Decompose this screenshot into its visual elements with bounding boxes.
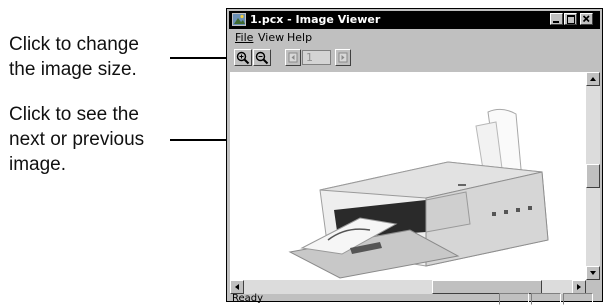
menu-file[interactable]: File bbox=[235, 31, 253, 44]
vertical-scrollbar[interactable] bbox=[586, 72, 600, 280]
scroll-down-button[interactable] bbox=[586, 266, 600, 280]
close-icon bbox=[582, 15, 590, 23]
minimize-button[interactable] bbox=[550, 13, 563, 25]
image-viewer-app-icon bbox=[232, 13, 246, 26]
zoom-in-button[interactable] bbox=[234, 49, 252, 66]
vertical-scroll-thumb[interactable] bbox=[586, 164, 600, 188]
menu-help[interactable]: Help bbox=[287, 31, 312, 44]
zoom-callout: Click to change the image size. bbox=[9, 32, 139, 82]
menu-bar: File View Help bbox=[229, 30, 600, 46]
status-panel-2 bbox=[531, 293, 561, 305]
horizontal-scroll-thumb[interactable] bbox=[432, 280, 542, 294]
horizontal-scrollbar[interactable] bbox=[230, 280, 586, 294]
nav-callout-line-1: Click to see the bbox=[9, 104, 139, 125]
previous-page-icon bbox=[288, 52, 298, 63]
nav-callout-line-2: next or previous bbox=[9, 129, 145, 150]
scroll-corner bbox=[586, 280, 600, 294]
nav-callout-line-3: image. bbox=[9, 154, 67, 175]
status-bar: Ready bbox=[229, 293, 600, 305]
status-panel-3 bbox=[563, 293, 593, 305]
status-panel-1 bbox=[499, 293, 529, 305]
minimize-icon bbox=[553, 21, 559, 23]
zoom-callout-line-2: the image size. bbox=[9, 59, 137, 80]
zoom-in-icon bbox=[236, 51, 250, 65]
zoom-callout-line-1: Click to change bbox=[9, 34, 139, 55]
printer-image bbox=[288, 108, 549, 279]
scroll-left-button[interactable] bbox=[230, 280, 244, 294]
scroll-right-button[interactable] bbox=[572, 280, 586, 294]
window-title: 1.pcx - Image Viewer bbox=[250, 13, 381, 26]
previous-page-button[interactable] bbox=[285, 49, 301, 66]
up-arrow-icon bbox=[590, 77, 596, 81]
image-viewer-window: 1.pcx - Image Viewer File View Help 1 Re… bbox=[226, 8, 603, 305]
zoom-out-button[interactable] bbox=[253, 49, 271, 66]
right-arrow-icon bbox=[577, 284, 581, 290]
close-button[interactable] bbox=[580, 13, 593, 25]
next-page-button[interactable] bbox=[335, 49, 351, 66]
maximize-button[interactable] bbox=[564, 13, 577, 25]
next-page-icon bbox=[338, 52, 348, 63]
title-bar[interactable]: 1.pcx - Image Viewer bbox=[229, 11, 600, 29]
scroll-up-button[interactable] bbox=[586, 72, 600, 86]
image-viewport[interactable] bbox=[230, 72, 586, 280]
status-text: Ready bbox=[232, 293, 264, 304]
menu-view[interactable]: View bbox=[258, 31, 284, 44]
nav-callout: Click to see the next or previous image. bbox=[9, 102, 144, 177]
page-number-field[interactable]: 1 bbox=[302, 50, 331, 65]
zoom-out-icon bbox=[255, 51, 269, 65]
maximize-icon bbox=[567, 15, 575, 24]
down-arrow-icon bbox=[590, 271, 596, 275]
left-arrow-icon bbox=[235, 284, 239, 290]
toolbar: 1 bbox=[229, 46, 600, 70]
